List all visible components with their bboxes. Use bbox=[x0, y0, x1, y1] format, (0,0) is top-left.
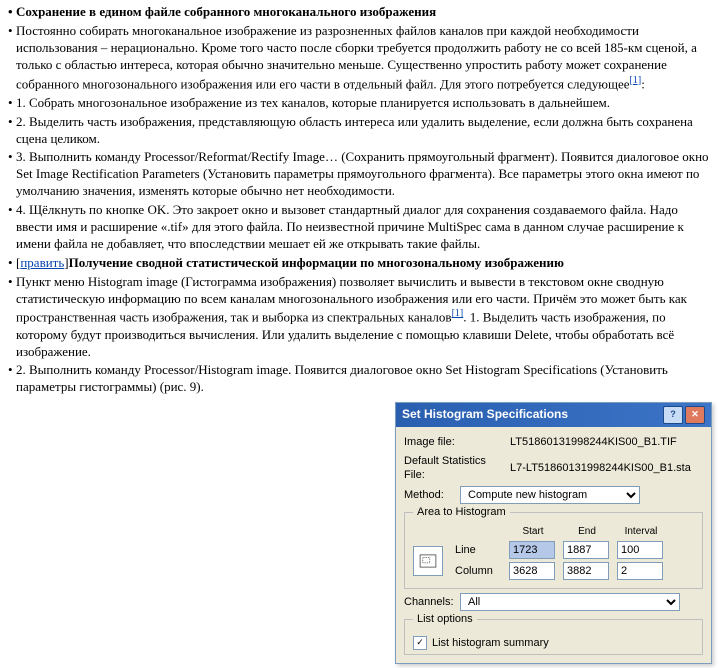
line-label: Line bbox=[455, 543, 503, 557]
list-summary-label: List histogram summary bbox=[432, 636, 549, 650]
col-end-input[interactable] bbox=[563, 562, 609, 580]
close-button[interactable]: ✕ bbox=[685, 406, 705, 424]
list-summary-checkbox[interactable]: ✓ bbox=[413, 636, 427, 650]
area-group: Area to Histogram Start End Interval Lin… bbox=[404, 512, 703, 589]
heading-save-file: Сохранение в едином файле собранного мно… bbox=[8, 4, 712, 21]
footnote-ref-1[interactable]: [1] bbox=[630, 75, 642, 86]
line-end-input[interactable] bbox=[563, 541, 609, 559]
statfile-label: Default Statistics File: bbox=[404, 454, 504, 483]
area-group-title: Area to Histogram bbox=[413, 505, 510, 519]
imagefile-value: LT51860131998244KIS00_B1.TIF bbox=[510, 435, 677, 449]
area-icon[interactable] bbox=[413, 546, 443, 576]
line-interval-input[interactable] bbox=[617, 541, 663, 559]
dialog-title: Set Histogram Specifications bbox=[402, 407, 568, 423]
col-label: Column bbox=[455, 564, 503, 578]
method-label: Method: bbox=[404, 488, 454, 502]
histogram-dialog: Set Histogram Specifications ? ✕ Image f… bbox=[395, 402, 712, 664]
paragraph-intro: Постоянно собирать многоканальное изобра… bbox=[8, 23, 712, 93]
step-3: 3. Выполнить команду Processor/Reformat/… bbox=[8, 149, 712, 200]
imagefile-label: Image file: bbox=[404, 435, 504, 449]
channels-select[interactable]: All bbox=[460, 593, 680, 611]
step-4: 4. Щёлкнуть по кнопке OK. Это закроет ок… bbox=[8, 202, 712, 253]
col-start-input[interactable] bbox=[509, 562, 555, 580]
heading-histogram: [править]Получение сводной статистическо… bbox=[8, 255, 712, 272]
step-2b: 2. Выполнить команду Processor/Histogram… bbox=[8, 362, 712, 396]
statfile-value: L7-LT51860131998244KIS00_B1.sta bbox=[510, 461, 691, 475]
method-select[interactable]: Compute new histogram bbox=[460, 486, 640, 504]
dialog-titlebar: Set Histogram Specifications ? ✕ bbox=[396, 403, 711, 427]
listopt-group-title: List options bbox=[413, 612, 477, 626]
step-1: 1. Собрать многозональное изображение из… bbox=[8, 95, 712, 112]
edit-link[interactable]: править bbox=[20, 255, 64, 270]
step-2: 2. Выделить часть изображения, представл… bbox=[8, 114, 712, 148]
hdr-start: Start bbox=[509, 525, 557, 538]
footnote-ref-2[interactable]: [1] bbox=[452, 308, 464, 319]
line-start-input[interactable] bbox=[509, 541, 555, 559]
channels-label: Channels: bbox=[404, 595, 454, 609]
col-interval-input[interactable] bbox=[617, 562, 663, 580]
help-button[interactable]: ? bbox=[663, 406, 683, 424]
paragraph-histogram: Пункт меню Histogram image (Гистограмма … bbox=[8, 274, 712, 361]
hdr-end: End bbox=[563, 525, 611, 538]
listopt-group: List options ✓ List histogram summary bbox=[404, 619, 703, 655]
hdr-interval: Interval bbox=[617, 525, 665, 538]
